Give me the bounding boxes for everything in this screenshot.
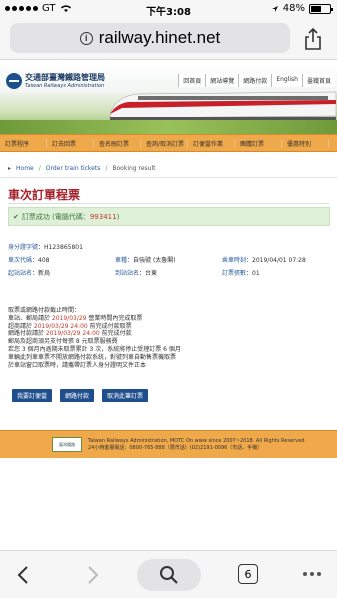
search-button[interactable]	[137, 559, 201, 591]
site-header: 交通部臺灣鐵路管理局 Taiwan Railways Administratio…	[0, 62, 337, 134]
info-icon[interactable]: i	[79, 31, 93, 45]
url-text[interactable]: railway.hinet.net	[99, 28, 221, 48]
site-logo[interactable]: 交通部臺灣鐵路管理局 Taiwan Railways Administratio…	[6, 72, 105, 89]
browser-toolbar: 6	[0, 550, 337, 598]
nav-item-query-booking[interactable]: 查名刪訂票	[94, 138, 141, 148]
main-nav: 訂票程序 訂去回票 查名刪訂票 查詢/取消訂票 訂便當作業 團體訂票 優惠特別	[0, 134, 337, 152]
online-payment-button[interactable]: 網路付款	[60, 389, 95, 402]
cancel-booking-button[interactable]: 取消此筆訂票	[102, 389, 149, 402]
note-line: 若您 3 個月內逾期未取票累計 3 次，系統將停止受理訂票 6 個月	[8, 345, 181, 353]
id-label: 身分證字號	[8, 244, 39, 251]
back-icon[interactable]	[14, 565, 34, 585]
forward-icon[interactable]	[82, 565, 102, 585]
note-line: 車站、郵局請於 2019/03/29 營業時間內完成取票	[8, 314, 143, 322]
date-value: 2019/04/01 07:28	[252, 257, 306, 264]
tabs-button[interactable]: 6	[238, 564, 258, 584]
browser-address-area: i railway.hinet.net	[0, 18, 337, 60]
id-value: H123865801	[44, 244, 83, 251]
logo-title-zh: 交通部臺灣鐵路管理局	[25, 73, 105, 82]
tra-logo-icon	[6, 72, 22, 89]
train-no-value: 408	[38, 257, 50, 264]
note-line: 取票或網路付款截止時間：	[8, 307, 81, 314]
success-alert: ✔ 訂票成功 (電腦代碼： 993411 )	[8, 207, 330, 226]
booking-details: 身分證字號：H123865801 車次代碼：408 車種：自強號 (太魯閣) 乘…	[8, 244, 306, 277]
nav-item-cancel-booking[interactable]: 查詢/取消訂票	[141, 138, 188, 148]
booking-code: 993411	[89, 212, 117, 221]
breadcrumb: ▸ Home / Order train tickets / Booking r…	[0, 160, 337, 178]
share-icon[interactable]	[303, 27, 323, 51]
success-close-paren: )	[116, 212, 120, 221]
location-icon	[271, 5, 278, 12]
battery-percent: 48%	[282, 3, 305, 14]
home-icon: ▸	[8, 165, 12, 172]
search-icon	[160, 566, 178, 584]
train-type-label: 車種	[115, 257, 128, 264]
nav-item-special[interactable]: 優惠特別	[282, 138, 329, 148]
success-text: 訂票成功 (電腦代碼：	[21, 212, 90, 221]
breadcrumb-home[interactable]: Home	[16, 165, 34, 172]
count-label: 訂票張數	[222, 270, 247, 277]
note-line: 於車站窗口取票時，請攜帶訂票人身分證明文件正本	[8, 361, 147, 369]
count-value: 01	[252, 270, 260, 277]
action-buttons: 我要訂便當 網路付款 取消此筆訂票	[12, 389, 149, 402]
nav-item-round-trip[interactable]: 訂去回票	[47, 138, 94, 148]
footer-hotline: 24小時客服電話：0800-765-888（限市話）(02)2191-0096（…	[88, 444, 263, 451]
note-line: 郵局及超商須另支付每張 8 元取票服務費	[8, 338, 118, 346]
from-label: 起站站名	[8, 270, 33, 277]
check-icon: ✔	[13, 212, 19, 221]
nav-item-group[interactable]: 團體訂票	[235, 138, 282, 148]
divider	[8, 203, 329, 204]
date-label: 乘車時刻	[222, 257, 247, 264]
more-icon[interactable]	[303, 572, 321, 576]
order-bento-button[interactable]: 我要訂便當	[12, 389, 53, 402]
pickup-notes: 取票或網路付款截止時間： 車站、郵局請於 2019/03/29 營業時間內完成取…	[8, 307, 330, 369]
logo-title-en: Taiwan Railways Administration	[25, 83, 105, 89]
battery-icon	[309, 3, 333, 14]
site-footer: 臺灣鐵路 Taiwan Railways Administration, MOT…	[0, 430, 337, 458]
nav-item-bento[interactable]: 訂便當作業	[188, 138, 235, 148]
to-value: 台東	[145, 270, 158, 277]
nav-item-booking-process[interactable]: 訂票程序	[0, 138, 47, 148]
note-line: 車輛此列車車票不開放網路付款系統，對號列車自動售票機取票	[8, 353, 177, 361]
train-no-label: 車次代碼	[8, 257, 33, 264]
footer-copyright: Taiwan Railways Administration, MOTC On …	[88, 437, 306, 444]
breadcrumb-order[interactable]: Order train tickets	[46, 165, 101, 172]
footer-logo: 臺灣鐵路	[52, 437, 82, 452]
breadcrumb-current: Booking result	[112, 165, 156, 172]
from-value: 新烏	[38, 270, 51, 277]
address-bar[interactable]: i railway.hinet.net	[10, 23, 290, 53]
train-type-value: 自強號 (太魯閣)	[133, 257, 176, 264]
battery-area: 48%	[271, 3, 333, 14]
status-bar: GT 下午3:08 48%	[0, 0, 337, 18]
to-label: 到站站名	[115, 270, 140, 277]
page-title: 車次訂單程票	[8, 188, 81, 202]
field-graphic	[0, 120, 337, 134]
